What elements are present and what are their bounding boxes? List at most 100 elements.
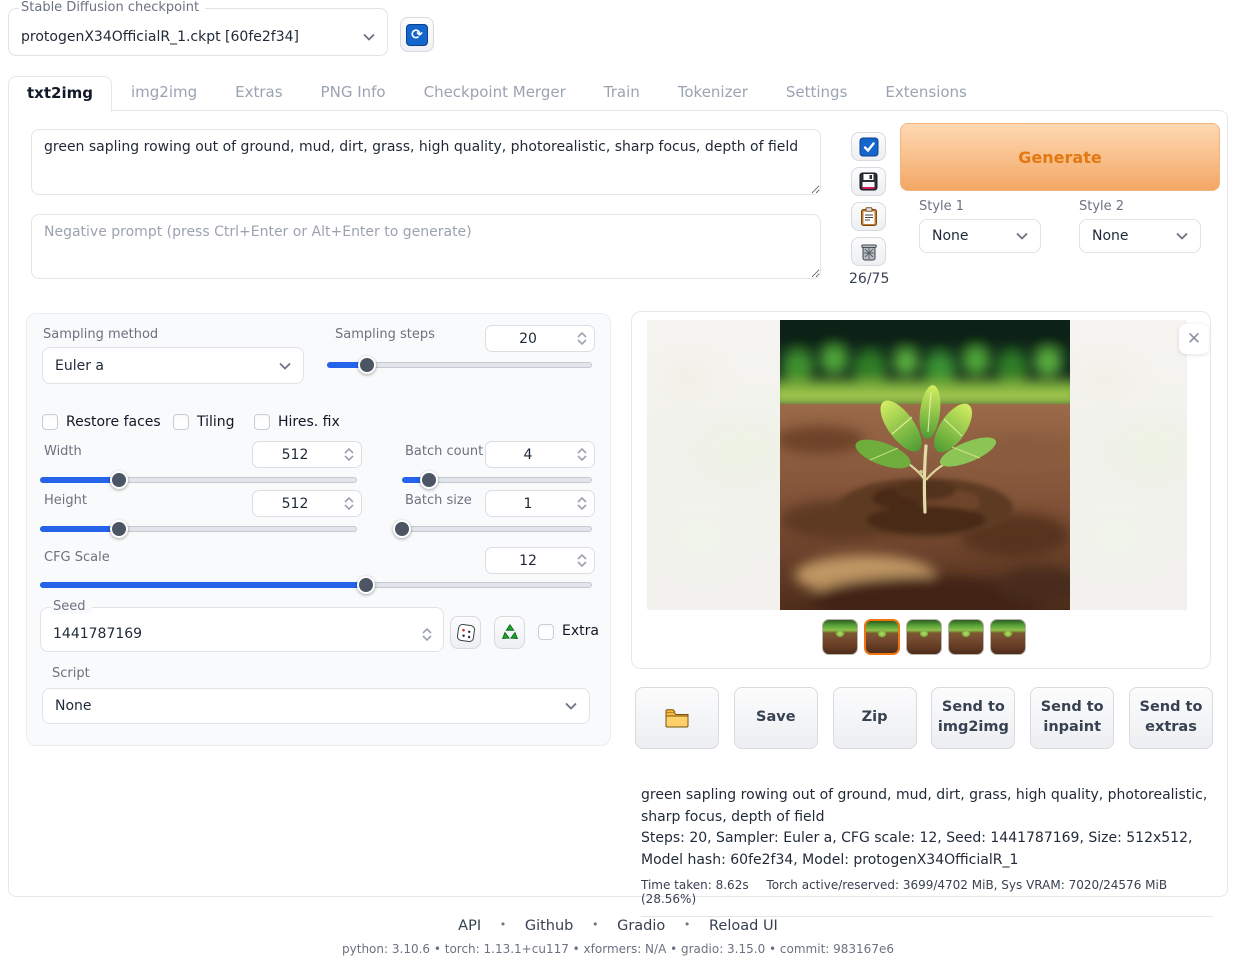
thumbnail-1[interactable]	[822, 619, 858, 655]
tab-tokenizer[interactable]: Tokenizer	[659, 75, 767, 111]
thumbnail-2-selected[interactable]	[864, 619, 900, 655]
open-folder-button[interactable]	[635, 687, 719, 749]
style2-value: None	[1092, 228, 1176, 244]
refresh-icon: ⟳	[406, 24, 428, 46]
stepper-arrows[interactable]	[415, 617, 439, 651]
main-tabs: txt2img img2img Extras PNG Info Checkpoi…	[8, 78, 986, 111]
info-performance: Time taken: 8.62s Torch active/reserved:…	[641, 878, 1213, 917]
seed-label: Seed	[51, 599, 92, 614]
interrupt-check-button[interactable]	[851, 132, 886, 161]
output-gallery: ✕	[631, 311, 1211, 669]
slider-thumb[interactable]	[358, 356, 376, 374]
tab-extras[interactable]: Extras	[216, 75, 301, 111]
batch-size-slider[interactable]	[402, 520, 592, 538]
apply-style-button[interactable]	[851, 202, 886, 231]
refresh-checkpoints-button[interactable]: ⟳	[400, 17, 434, 52]
tab-png-info[interactable]: PNG Info	[302, 75, 405, 111]
width-label: Width	[44, 444, 82, 459]
sampling-method-dropdown[interactable]: Euler a	[42, 347, 304, 384]
save-button[interactable]: Save	[734, 687, 818, 749]
style1-dropdown[interactable]: None	[919, 219, 1041, 253]
app-root: Stable Diffusion checkpoint protogenX34O…	[0, 0, 1236, 966]
batch-size-input[interactable]: 1	[485, 490, 595, 517]
width-value: 512	[253, 447, 337, 463]
blue-check-icon	[859, 137, 879, 157]
style2-dropdown[interactable]: None	[1079, 219, 1201, 253]
generated-image[interactable]	[780, 320, 1070, 610]
random-seed-button[interactable]	[450, 616, 481, 649]
thumbnail-4[interactable]	[948, 619, 984, 655]
floppy-disk-icon	[859, 172, 878, 191]
send-to-img2img-button[interactable]: Send to img2img	[931, 687, 1015, 749]
slider-thumb[interactable]	[110, 471, 128, 489]
script-dropdown[interactable]: None	[42, 688, 590, 724]
height-input[interactable]: 512	[252, 490, 362, 517]
hires-fix-checkbox[interactable]	[254, 414, 270, 430]
cfg-scale-slider[interactable]	[40, 576, 592, 594]
sampling-method-label: Sampling method	[43, 327, 158, 342]
tab-train[interactable]: Train	[585, 75, 659, 111]
stepper-arrows[interactable]	[570, 442, 594, 467]
slider-thumb[interactable]	[420, 471, 438, 489]
trash-icon	[860, 242, 878, 262]
tab-settings[interactable]: Settings	[767, 75, 867, 111]
width-slider[interactable]	[40, 471, 357, 489]
checkpoint-field: Stable Diffusion checkpoint protogenX34O…	[8, 8, 388, 56]
tab-extensions[interactable]: Extensions	[866, 75, 985, 111]
prompt-input[interactable]: green sapling rowing out of ground, mud,…	[31, 129, 821, 195]
chevron-down-icon	[565, 702, 577, 710]
stepper-arrows[interactable]	[337, 442, 361, 467]
footer-links: API • Github • Gradio • Reload UI	[0, 918, 1236, 934]
tiling-checkbox[interactable]	[173, 414, 189, 430]
clipboard-icon	[860, 207, 878, 227]
batch-count-slider[interactable]	[402, 471, 592, 489]
height-label: Height	[44, 493, 87, 508]
gallery-blur-right[interactable]	[1070, 320, 1187, 610]
stepper-arrows[interactable]	[570, 548, 594, 573]
clear-prompt-button[interactable]	[851, 237, 886, 266]
reuse-seed-button[interactable]	[494, 616, 525, 649]
width-input[interactable]: 512	[252, 441, 362, 468]
extra-seed-checkbox[interactable]	[538, 624, 554, 640]
gallery-blur-left[interactable]	[647, 320, 780, 610]
generate-button[interactable]: Generate	[900, 123, 1220, 191]
send-to-extras-button[interactable]: Send to extras	[1129, 687, 1213, 749]
footer-link-reload-ui[interactable]: Reload UI	[709, 918, 778, 934]
thumbnail-5[interactable]	[990, 619, 1026, 655]
dice-icon	[456, 623, 476, 643]
batch-count-value: 4	[486, 447, 570, 463]
footer-link-api[interactable]: API	[458, 918, 481, 934]
height-slider[interactable]	[40, 520, 357, 538]
time-taken-text: Time taken: 8.62s	[641, 878, 749, 892]
footer-separator: •	[684, 918, 691, 931]
thumbnail-3[interactable]	[906, 619, 942, 655]
negative-prompt-input[interactable]	[31, 214, 821, 279]
seed-input[interactable]: 1441787169	[41, 617, 443, 651]
slider-thumb[interactable]	[110, 520, 128, 538]
cfg-scale-value: 12	[486, 553, 570, 569]
footer-link-gradio[interactable]: Gradio	[617, 918, 665, 934]
tab-img2img[interactable]: img2img	[112, 75, 216, 111]
cfg-scale-input[interactable]: 12	[485, 547, 595, 574]
slider-thumb[interactable]	[393, 520, 411, 538]
send-to-inpaint-button[interactable]: Send to inpaint	[1030, 687, 1114, 749]
stepper-arrows[interactable]	[570, 491, 594, 516]
stepper-arrows[interactable]	[570, 326, 594, 351]
checkpoint-dropdown[interactable]: protogenX34OfficialR_1.ckpt [60fe2f34]	[9, 19, 387, 55]
txt2img-panel: green sapling rowing out of ground, mud,…	[8, 110, 1228, 897]
zip-button[interactable]: Zip	[833, 687, 917, 749]
stepper-arrows[interactable]	[337, 491, 361, 516]
save-style-button[interactable]	[851, 167, 886, 196]
cfg-scale-label: CFG Scale	[44, 550, 110, 565]
slider-thumb[interactable]	[357, 576, 375, 594]
footer-link-github[interactable]: Github	[525, 918, 574, 934]
restore-faces-checkbox[interactable]	[42, 414, 58, 430]
sampling-steps-input[interactable]: 20	[485, 325, 595, 352]
tab-checkpoint-merger[interactable]: Checkpoint Merger	[405, 75, 585, 111]
hires-fix-label: Hires. fix	[278, 414, 340, 430]
info-prompt-text: green sapling rowing out of ground, mud,…	[641, 785, 1213, 828]
sampling-steps-slider[interactable]	[327, 356, 592, 374]
close-gallery-button[interactable]: ✕	[1179, 324, 1209, 354]
batch-count-input[interactable]: 4	[485, 441, 595, 468]
tab-txt2img[interactable]: txt2img	[8, 76, 112, 112]
